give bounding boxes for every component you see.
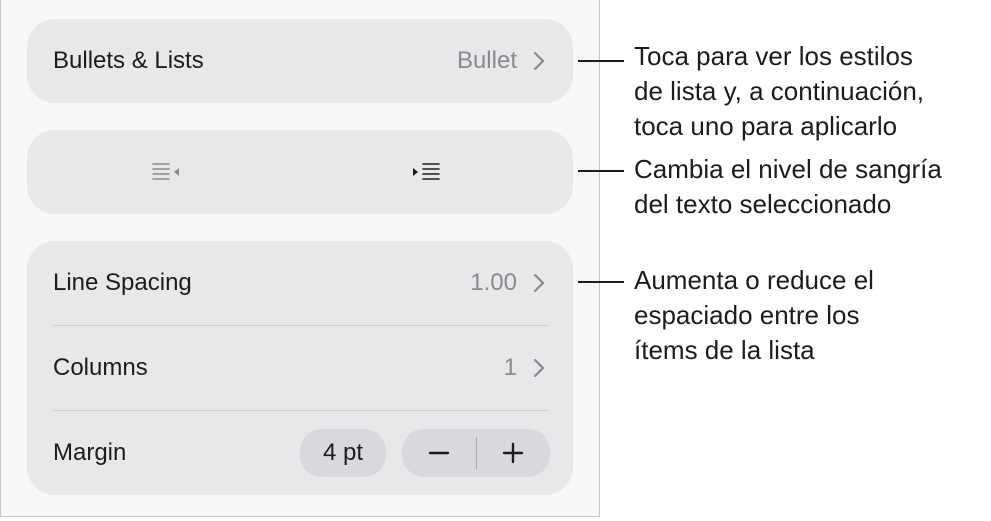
plus-icon xyxy=(503,442,524,464)
decrease-indent-icon xyxy=(152,163,179,180)
decrease-margin-button[interactable] xyxy=(402,429,476,477)
increase-margin-button[interactable] xyxy=(477,429,551,477)
line-spacing-value: 1.00 xyxy=(470,269,517,296)
increase-indent-icon xyxy=(413,163,440,180)
chevron-right-icon xyxy=(533,51,545,71)
chevron-right-icon xyxy=(533,273,545,293)
columns-label: Columns xyxy=(53,354,148,381)
callout-leader-line xyxy=(578,60,624,62)
callout-line-text: Cambia el nivel de sangría xyxy=(634,154,942,184)
margin-stepper xyxy=(402,429,550,477)
spacing-group: Line Spacing 1.00 Columns 1 Margin 4 pt xyxy=(27,241,573,495)
callout-spacing: Aumenta o reduce el espaciado entre los … xyxy=(634,263,984,368)
callout-indent: Cambia el nivel de sangría del texto sel… xyxy=(634,152,984,222)
callout-line-text: ítems de la lista xyxy=(634,335,815,365)
callout-line-text: toca uno para aplicarlo xyxy=(634,111,898,141)
bullets-lists-value: Bullet xyxy=(456,47,517,74)
callout-line-text: Aumenta o reduce el xyxy=(634,265,874,295)
callout-leader-line xyxy=(578,170,624,172)
bullets-group: Bullets & Lists Bullet xyxy=(27,19,573,103)
callout-leader-line xyxy=(578,281,624,283)
margin-row: Margin 4 pt xyxy=(27,411,573,495)
increase-indent-button[interactable] xyxy=(387,148,467,196)
chevron-right-icon xyxy=(533,358,545,378)
margin-value-field[interactable]: 4 pt xyxy=(300,429,386,477)
callout-bullets: Toca para ver los estilos de lista y, a … xyxy=(634,39,984,144)
callout-line-text: espaciado entre los xyxy=(634,300,860,330)
line-spacing-label: Line Spacing xyxy=(53,269,192,296)
line-spacing-row[interactable]: Line Spacing 1.00 xyxy=(27,241,573,325)
callout-line-text: Toca para ver los estilos xyxy=(634,41,913,71)
indent-group xyxy=(27,130,573,214)
callout-line-text: del texto seleccionado xyxy=(634,189,892,219)
callout-line-text: de lista y, a continuación, xyxy=(634,76,925,106)
columns-value: 1 xyxy=(503,354,517,381)
bullets-lists-row[interactable]: Bullets & Lists Bullet xyxy=(27,19,573,103)
decrease-indent-button[interactable] xyxy=(127,148,207,196)
columns-row[interactable]: Columns 1 xyxy=(27,326,573,410)
format-panel: Bullets & Lists Bullet Line Spacing 1.00… xyxy=(0,0,600,517)
minus-icon xyxy=(428,451,449,455)
bullets-lists-label: Bullets & Lists xyxy=(53,47,204,74)
